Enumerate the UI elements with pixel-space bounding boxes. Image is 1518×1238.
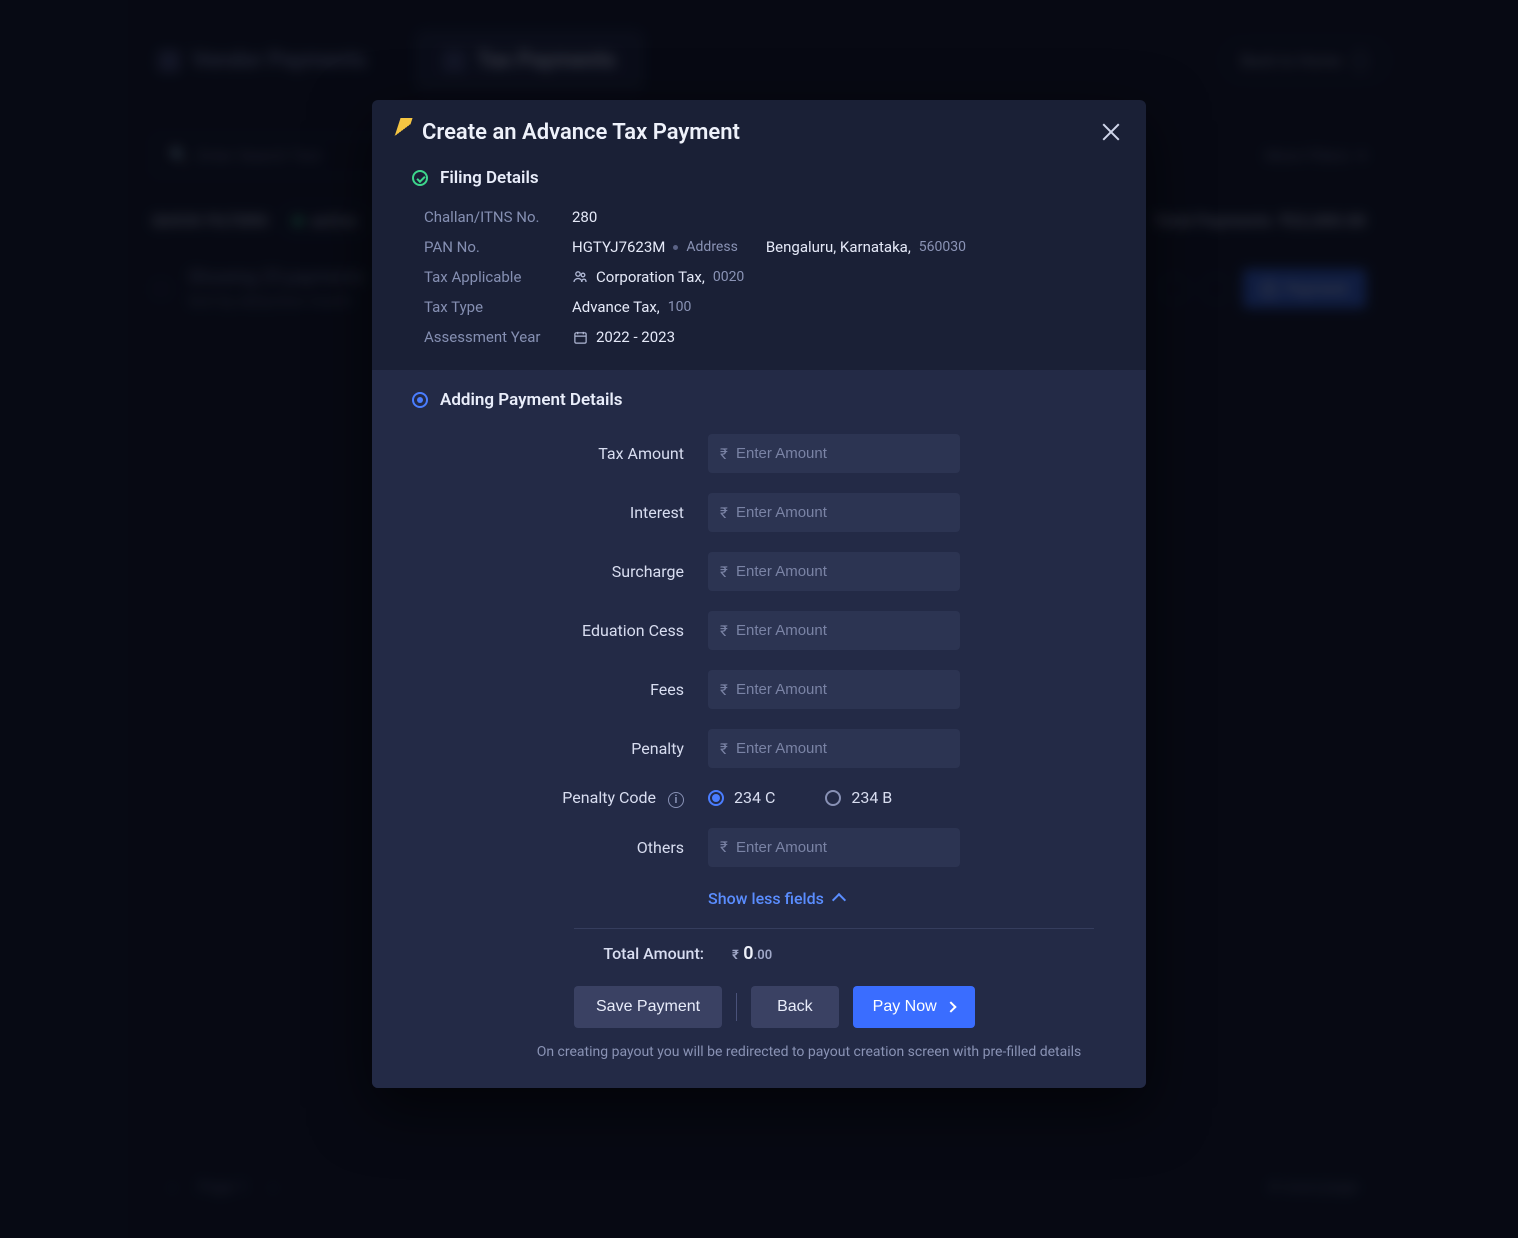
education-cess-label: Eduation Cess [424, 621, 684, 640]
show-less-fields-toggle[interactable]: Show less fields [708, 889, 844, 908]
assessment-year-label: Assessment Year [424, 328, 554, 346]
filing-title-text: Filing Details [440, 168, 539, 188]
check-circle-icon [412, 170, 428, 186]
toggle-label: Show less fields [708, 889, 824, 908]
education-cess-row: Eduation Cess ₹ [424, 601, 1094, 660]
rupee-icon: ₹ [720, 563, 728, 581]
filing-section-title: Filing Details [412, 168, 1094, 188]
fees-input[interactable] [708, 670, 960, 709]
tax-applicable-row: Tax Applicable Corporation Tax, 0020 [424, 262, 1094, 292]
tax-type-label: Tax Type [424, 298, 554, 316]
tax-type-value: Advance Tax, [572, 298, 660, 316]
tax-amount-row: Tax Amount ₹ [424, 424, 1094, 483]
calendar-icon [572, 329, 588, 345]
tax-type-row: Tax Type Advance Tax, 100 [424, 292, 1094, 322]
fees-label: Fees [424, 680, 684, 699]
modal-overlay: Create an Advance Tax Payment Filing Det… [0, 0, 1518, 1238]
back-button[interactable]: Back [751, 986, 839, 1028]
rupee-icon: ₹ [720, 681, 728, 699]
fees-row: Fees ₹ [424, 660, 1094, 719]
others-input[interactable] [708, 828, 960, 867]
rupee-icon: ₹ [732, 948, 739, 963]
info-icon[interactable]: i [668, 792, 684, 808]
modal-title: Create an Advance Tax Payment [422, 120, 740, 145]
filing-details-section: Filing Details Challan/ITNS No. 280 PAN … [372, 158, 1146, 370]
redirect-hint: On creating payout you will be redirecte… [424, 1044, 1094, 1060]
tax-amount-label: Tax Amount [424, 444, 684, 463]
surcharge-row: Surcharge ₹ [424, 542, 1094, 601]
challan-label: Challan/ITNS No. [424, 208, 554, 226]
divider [574, 928, 1094, 929]
penalty-row: Penalty ₹ [424, 719, 1094, 778]
assessment-year-row: Assessment Year 2022 - 2023 [424, 322, 1094, 352]
radio-selected-icon [708, 790, 724, 806]
modal-header: Create an Advance Tax Payment [372, 100, 1146, 158]
vertical-divider [736, 993, 737, 1021]
payment-title-text: Adding Payment Details [440, 390, 623, 410]
rupee-icon: ₹ [720, 740, 728, 758]
tax-applicable-label: Tax Applicable [424, 268, 554, 286]
interest-label: Interest [424, 503, 684, 522]
separator-dot-icon [673, 245, 678, 250]
penalty-code-radio-group: 234 C 234 B [708, 788, 960, 807]
tax-amount-input[interactable] [708, 434, 960, 473]
chevron-up-icon [832, 893, 846, 907]
radio-unselected-icon [825, 790, 841, 806]
total-amount-int: 0 [743, 943, 753, 964]
tax-applicable-code: 0020 [713, 269, 744, 285]
close-button[interactable] [1100, 121, 1122, 143]
tax-type-code: 100 [668, 299, 692, 315]
pay-now-button[interactable]: Pay Now [853, 986, 975, 1028]
penalty-code-234b-label: 234 B [851, 788, 892, 807]
penalty-code-row: Penalty Code i 234 C 234 B [424, 778, 1094, 818]
interest-input[interactable] [708, 493, 960, 532]
tax-applicable-value: Corporation Tax, [596, 268, 705, 286]
brand-stripe-icon [391, 118, 412, 146]
others-row: Others ₹ [424, 818, 1094, 877]
payment-section-title: Adding Payment Details [412, 390, 1094, 410]
advance-tax-modal: Create an Advance Tax Payment Filing Det… [372, 100, 1146, 1088]
active-step-icon [412, 392, 428, 408]
assessment-year-value: 2022 - 2023 [596, 328, 675, 346]
pan-value: HGTYJ7623M [572, 238, 665, 256]
rupee-icon: ₹ [720, 445, 728, 463]
challan-row: Challan/ITNS No. 280 [424, 202, 1094, 232]
surcharge-label: Surcharge [424, 562, 684, 581]
total-amount-label: Total Amount: [574, 944, 704, 963]
pan-row: PAN No. HGTYJ7623M Address Bengaluru, Ka… [424, 232, 1094, 262]
surcharge-input[interactable] [708, 552, 960, 591]
penalty-label: Penalty [424, 739, 684, 758]
penalty-code-234c-label: 234 C [734, 788, 775, 807]
penalty-code-234c-option[interactable]: 234 C [708, 788, 775, 807]
penalty-code-234b-option[interactable]: 234 B [825, 788, 892, 807]
challan-value: 280 [572, 208, 597, 226]
pay-now-label: Pay Now [873, 998, 937, 1016]
total-amount-dec: .00 [754, 948, 773, 963]
action-buttons: Save Payment Back Pay Now [424, 986, 1094, 1028]
rupee-icon: ₹ [720, 504, 728, 522]
address-label: Address [686, 239, 737, 255]
penalty-code-label: Penalty Code i [424, 788, 684, 808]
total-amount-row: Total Amount: ₹ 0.00 [424, 943, 1094, 964]
people-icon [572, 269, 588, 285]
penalty-input[interactable] [708, 729, 960, 768]
rupee-icon: ₹ [720, 838, 728, 856]
others-label: Others [424, 838, 684, 857]
chevron-right-icon [945, 1001, 956, 1012]
rupee-icon: ₹ [720, 622, 728, 640]
payment-details-section: Adding Payment Details Tax Amount ₹ Inte… [372, 370, 1146, 1088]
interest-row: Interest ₹ [424, 483, 1094, 542]
address-value: Bengaluru, Karnataka, [766, 238, 911, 256]
save-payment-button[interactable]: Save Payment [574, 986, 722, 1028]
address-code: 560030 [919, 239, 966, 255]
education-cess-input[interactable] [708, 611, 960, 650]
pan-label: PAN No. [424, 238, 554, 256]
